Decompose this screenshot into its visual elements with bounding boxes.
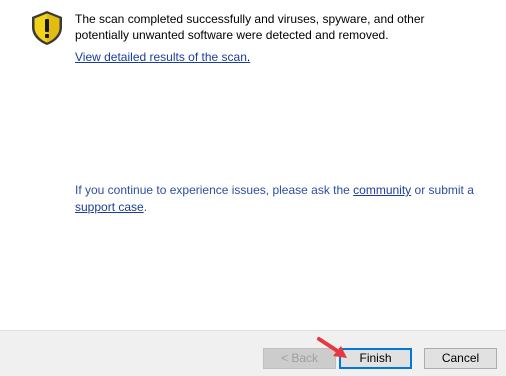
help-middle: or submit a (411, 183, 474, 197)
help-suffix: . (143, 200, 148, 214)
detail-period: . (246, 50, 251, 64)
wizard-footer: < Back Finish Cancel (0, 330, 506, 376)
view-detailed-results-link[interactable]: View detailed results of the scan. (75, 50, 250, 64)
wizard-content: The scan completed successfully and viru… (0, 0, 506, 330)
view-detailed-results-label[interactable]: View detailed results of the scan (75, 50, 247, 64)
warning-shield-icon (32, 11, 62, 45)
red-arrow-icon (317, 337, 347, 358)
help-prefix: If you continue to experience issues, pl… (75, 183, 354, 197)
community-link[interactable]: community (353, 183, 411, 197)
support-case-link[interactable]: support case (75, 200, 144, 214)
scan-result-message: The scan completed successfully and viru… (75, 12, 425, 42)
cancel-button[interactable]: Cancel (424, 348, 497, 369)
help-message: If you continue to experience issues, pl… (75, 182, 495, 216)
